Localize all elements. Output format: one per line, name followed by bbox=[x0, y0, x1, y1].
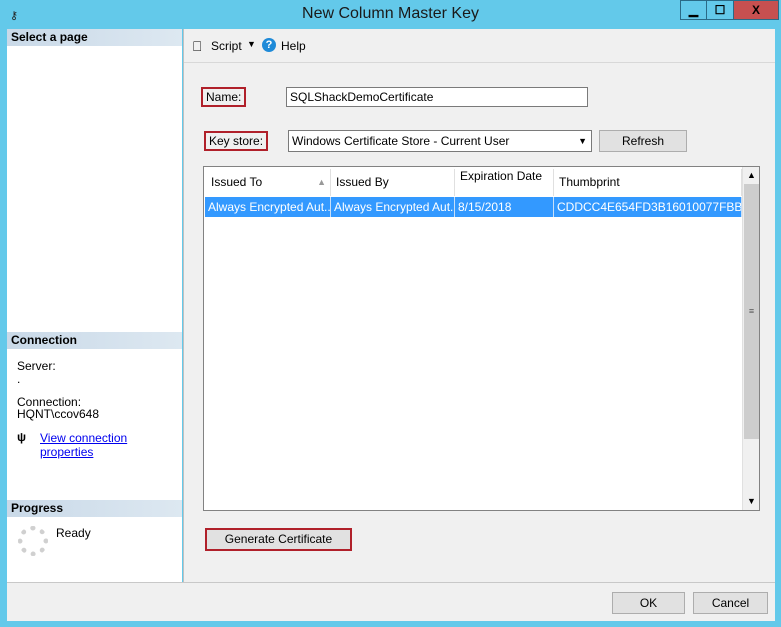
key-store-label: Key store: bbox=[204, 131, 269, 151]
column-header-expiration-date[interactable]: Expiration Date bbox=[455, 169, 554, 196]
key-store-value: Windows Certificate Store - Current User bbox=[292, 134, 510, 148]
scroll-down-icon[interactable]: ▼ bbox=[743, 493, 760, 509]
cell-thumbprint: CDDCC4E654FD3B16010077FBBD... bbox=[554, 197, 742, 217]
maximize-button[interactable]: ☐ bbox=[706, 0, 734, 20]
ok-button[interactable]: OK bbox=[612, 592, 685, 614]
cancel-button[interactable]: Cancel bbox=[693, 592, 768, 614]
script-button[interactable]: Script bbox=[211, 39, 242, 53]
main-panel: ⎕ Script ▼ ? Help Name: SQLShackDemoCert… bbox=[183, 29, 775, 582]
minimize-button[interactable]: ▁ bbox=[680, 0, 707, 20]
cell-issued-by: Always Encrypted Aut... bbox=[331, 197, 455, 217]
progress-header: Progress bbox=[7, 500, 182, 517]
name-input[interactable]: SQLShackDemoCertificate bbox=[286, 87, 588, 107]
connection-value: HQNT\ccov648 bbox=[17, 407, 100, 421]
connection-header: Connection bbox=[7, 332, 182, 349]
server-label: Server: bbox=[17, 359, 56, 373]
key-store-select[interactable]: Windows Certificate Store - Current User… bbox=[288, 130, 592, 152]
help-button[interactable]: Help bbox=[281, 39, 306, 53]
plug-icon: ψ bbox=[17, 430, 27, 444]
cell-expiration: 8/15/2018 bbox=[455, 197, 554, 217]
column-header-issued-by[interactable]: Issued By bbox=[331, 169, 455, 196]
generate-certificate-button[interactable]: Generate Certificate bbox=[205, 528, 352, 551]
column-header-issued-to[interactable]: Issued To ▲ bbox=[206, 169, 331, 196]
column-header-thumbprint[interactable]: Thumbprint bbox=[554, 169, 742, 196]
select-page-header: Select a page bbox=[7, 29, 182, 46]
vertical-scrollbar[interactable]: ▲ ≡ ▼ bbox=[742, 167, 759, 510]
app-key-icon: ⚷ bbox=[10, 10, 19, 22]
name-label: Name: bbox=[201, 87, 247, 107]
progress-status: Ready bbox=[56, 526, 91, 540]
view-connection-properties-link[interactable]: View connection properties bbox=[40, 431, 182, 459]
help-icon: ? bbox=[262, 38, 276, 52]
progress-spinner-icon bbox=[18, 526, 48, 556]
chevron-down-icon: ▼ bbox=[578, 136, 587, 146]
script-dropdown-icon[interactable]: ▼ bbox=[247, 39, 256, 49]
refresh-button[interactable]: Refresh bbox=[599, 130, 687, 152]
footer: OK Cancel bbox=[7, 582, 775, 621]
script-icon: ⎕ bbox=[193, 38, 202, 54]
certificate-grid: Issued To ▲ Issued By Expiration Date Thu… bbox=[203, 166, 760, 511]
scrollbar-thumb[interactable]: ≡ bbox=[744, 184, 759, 439]
sort-ascending-icon: ▲ bbox=[317, 177, 326, 187]
window-title: New Column Master Key bbox=[302, 5, 479, 22]
close-button[interactable]: X bbox=[733, 0, 779, 20]
scroll-up-icon[interactable]: ▲ bbox=[743, 167, 760, 183]
sidebar: Select a page Connection Server: . Conne… bbox=[7, 29, 182, 582]
cell-issued-to: Always Encrypted Aut... bbox=[205, 197, 331, 217]
server-value: . bbox=[17, 372, 21, 386]
